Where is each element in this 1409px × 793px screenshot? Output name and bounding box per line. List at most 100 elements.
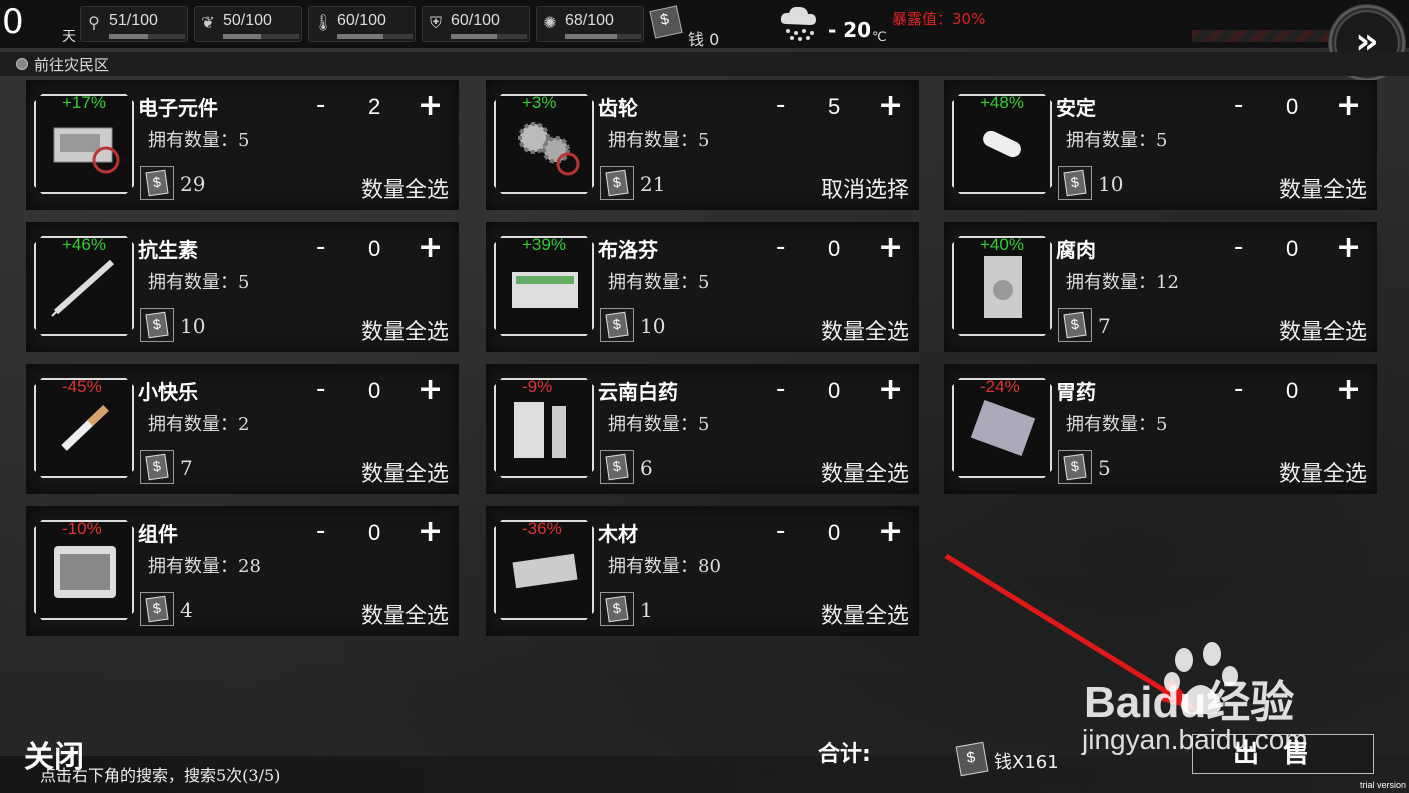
- owned-count: 拥有数量：5: [148, 130, 250, 151]
- increase-button[interactable]: +: [418, 514, 443, 549]
- quantity-value: 0: [368, 236, 381, 261]
- increase-button[interactable]: +: [418, 88, 443, 123]
- decrease-button[interactable]: -: [316, 232, 325, 262]
- thermometer-icon: 🌡: [313, 13, 334, 32]
- health-value: 60/100: [451, 12, 500, 29]
- health-stat: ⛨ 60/100: [422, 6, 530, 42]
- select-all-button[interactable]: 数量全选: [361, 456, 449, 488]
- item-card: -24% 胃药 拥有数量：5 - 0 + 5 数量全选: [944, 364, 1377, 494]
- item-name: 布洛芬: [598, 238, 658, 262]
- quantity-value: 0: [1286, 378, 1299, 403]
- quantity-value: 0: [828, 236, 841, 261]
- select-all-button[interactable]: 数量全选: [1279, 172, 1367, 204]
- decrease-button[interactable]: -: [316, 374, 325, 404]
- item-price: 10: [1098, 172, 1124, 196]
- increase-button[interactable]: +: [878, 88, 903, 123]
- owned-count: 拥有数量：5: [608, 414, 710, 435]
- select-all-button[interactable]: 数量全选: [1279, 314, 1367, 346]
- quantity-value: 0: [1286, 94, 1299, 119]
- increase-button[interactable]: +: [418, 230, 443, 265]
- select-all-button[interactable]: 数量全选: [821, 598, 909, 630]
- item-card: +17% 电子元件 拥有数量：5 - 2 + 29 数量全选: [26, 80, 459, 210]
- item-card: +40% 腐肉 拥有数量：12 - 0 + 7 数量全选: [944, 222, 1377, 352]
- item-name: 安定: [1056, 96, 1096, 120]
- money-icon: [140, 450, 174, 484]
- owned-count: 拥有数量：5: [1066, 414, 1168, 435]
- increase-button[interactable]: +: [1336, 230, 1361, 265]
- location-radio-icon[interactable]: [16, 58, 28, 70]
- decrease-button[interactable]: -: [316, 516, 325, 546]
- decrease-button[interactable]: -: [1234, 232, 1243, 262]
- hint-text: 点击右下角的搜索，搜索5次(3/5): [40, 766, 281, 785]
- day-counter: 0: [2, 2, 24, 42]
- decrease-button[interactable]: -: [776, 374, 785, 404]
- money-icon: [1058, 166, 1092, 200]
- item-card: -45% 小快乐 拥有数量：2 - 0 + 7 数量全选: [26, 364, 459, 494]
- item-price: 29: [180, 172, 206, 196]
- location-bar: 前往灾民区: [0, 52, 1409, 76]
- decrease-button[interactable]: -: [776, 90, 785, 120]
- select-all-button[interactable]: 数量全选: [821, 456, 909, 488]
- mood-stat: ✺ 68/100: [536, 6, 644, 42]
- watermark-brand: Baidu经验: [1084, 678, 1295, 727]
- quantity-value: 2: [368, 94, 381, 119]
- item-price: 21: [640, 172, 666, 196]
- price-change: +17%: [62, 93, 106, 112]
- hunger-stat: ❦ 50/100: [194, 6, 302, 42]
- feet-icon: ⚲: [88, 13, 100, 32]
- decrease-button[interactable]: -: [316, 90, 325, 120]
- watermark-url: jingyan.baidu.com: [1082, 724, 1308, 755]
- decrease-button[interactable]: -: [1234, 90, 1243, 120]
- item-name: 云南白药: [598, 380, 678, 404]
- item-name: 木材: [598, 522, 638, 546]
- increase-button[interactable]: +: [1336, 88, 1361, 123]
- owned-count: 拥有数量：5: [148, 272, 250, 293]
- mood-bar: [565, 34, 641, 39]
- select-all-button[interactable]: 数量全选: [821, 314, 909, 346]
- owned-count: 拥有数量：5: [608, 272, 710, 293]
- money-icon: [649, 5, 683, 39]
- item-price: 7: [180, 456, 193, 480]
- warmth-bar: [337, 34, 413, 39]
- money-icon: [1058, 450, 1092, 484]
- price-change: -10%: [62, 519, 102, 538]
- owned-count: 拥有数量：28: [148, 556, 261, 577]
- item-price: 7: [1098, 314, 1111, 338]
- owned-count: 拥有数量：5: [608, 130, 710, 151]
- item-name: 胃药: [1056, 380, 1096, 404]
- select-all-button[interactable]: 数量全选: [1279, 456, 1367, 488]
- warmth-stat: 🌡 60/100: [308, 6, 416, 42]
- status-bar: 0 天 ⚲ 51/100 ❦ 50/100 🌡 60/100 ⛨ 60/100 …: [0, 0, 1409, 49]
- item-card: +3% 齿轮 拥有数量：5 - 5 + 21 取消选择: [486, 80, 919, 210]
- stamina-value: 51/100: [109, 12, 158, 29]
- item-price: 10: [640, 314, 666, 338]
- owned-count: 拥有数量：2: [148, 414, 250, 435]
- item-name: 齿轮: [598, 96, 638, 120]
- temperature: - 20: [828, 18, 872, 42]
- price-change: -36%: [522, 519, 562, 538]
- total-value: 钱X161: [994, 752, 1059, 773]
- item-price: 6: [640, 456, 653, 480]
- increase-button[interactable]: +: [878, 372, 903, 407]
- select-all-button[interactable]: 数量全选: [361, 314, 449, 346]
- decrease-button[interactable]: -: [776, 232, 785, 262]
- price-change: -45%: [62, 377, 102, 396]
- money-icon: [140, 308, 174, 342]
- increase-button[interactable]: +: [878, 230, 903, 265]
- select-all-button[interactable]: 数量全选: [361, 598, 449, 630]
- quantity-value: 0: [828, 378, 841, 403]
- select-all-button[interactable]: 取消选择: [821, 172, 909, 204]
- quantity-value: 0: [368, 378, 381, 403]
- item-card: +46% 抗生素 拥有数量：5 - 0 + 10 数量全选: [26, 222, 459, 352]
- increase-button[interactable]: +: [418, 372, 443, 407]
- select-all-button[interactable]: 数量全选: [361, 172, 449, 204]
- decrease-button[interactable]: -: [1234, 374, 1243, 404]
- price-change: +3%: [522, 93, 557, 112]
- decrease-button[interactable]: -: [776, 516, 785, 546]
- quantity-value: 0: [368, 520, 381, 545]
- day-label: 天: [62, 29, 76, 45]
- increase-button[interactable]: +: [1336, 372, 1361, 407]
- trial-version-label: trial version: [1360, 780, 1407, 790]
- money-icon: [140, 166, 174, 200]
- increase-button[interactable]: +: [878, 514, 903, 549]
